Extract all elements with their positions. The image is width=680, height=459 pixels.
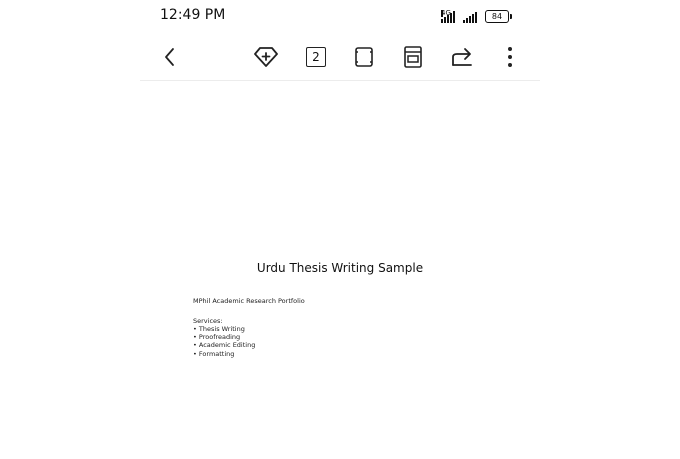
- list-item: Proofreading: [193, 333, 255, 341]
- crop-frame-icon: [355, 47, 373, 67]
- signal-bars-icon: [463, 11, 477, 23]
- status-bar: 12:49 PM 4G 84: [140, 0, 540, 32]
- share-icon: [452, 48, 472, 66]
- status-icons: 4G 84: [440, 7, 512, 23]
- more-options-button[interactable]: [494, 41, 526, 73]
- services-list: Thesis Writing Proofreading Academic Edi…: [193, 325, 255, 358]
- list-item: Formatting: [193, 350, 255, 358]
- battery-icon: 84: [485, 10, 512, 23]
- signal-4g-icon: 4G: [440, 9, 455, 23]
- toolbar: 2: [140, 34, 540, 81]
- page-count-button[interactable]: 2: [300, 41, 332, 73]
- list-item: Thesis Writing: [193, 325, 255, 333]
- list-item: Academic Editing: [193, 341, 255, 349]
- document-layout-icon: [404, 46, 422, 68]
- document-title: Urdu Thesis Writing Sample: [256, 261, 424, 275]
- battery-level: 84: [491, 12, 503, 21]
- services-heading: Services:: [193, 317, 223, 325]
- document-subtitle: MPhil Academic Research Portfolio: [193, 297, 305, 305]
- more-vertical-icon: [508, 47, 512, 67]
- back-button[interactable]: [154, 41, 186, 73]
- document-page[interactable]: Urdu Thesis Writing Sample MPhil Academi…: [140, 81, 540, 459]
- status-time: 12:49 PM: [160, 7, 226, 23]
- premium-button[interactable]: [250, 41, 282, 73]
- diamond-plus-icon: [254, 47, 278, 67]
- crop-button[interactable]: [348, 41, 380, 73]
- network-label: 4G: [441, 9, 451, 17]
- page-count: 2: [306, 47, 326, 67]
- chevron-left-icon: [165, 48, 174, 66]
- layout-button[interactable]: [397, 41, 429, 73]
- share-button[interactable]: [446, 41, 478, 73]
